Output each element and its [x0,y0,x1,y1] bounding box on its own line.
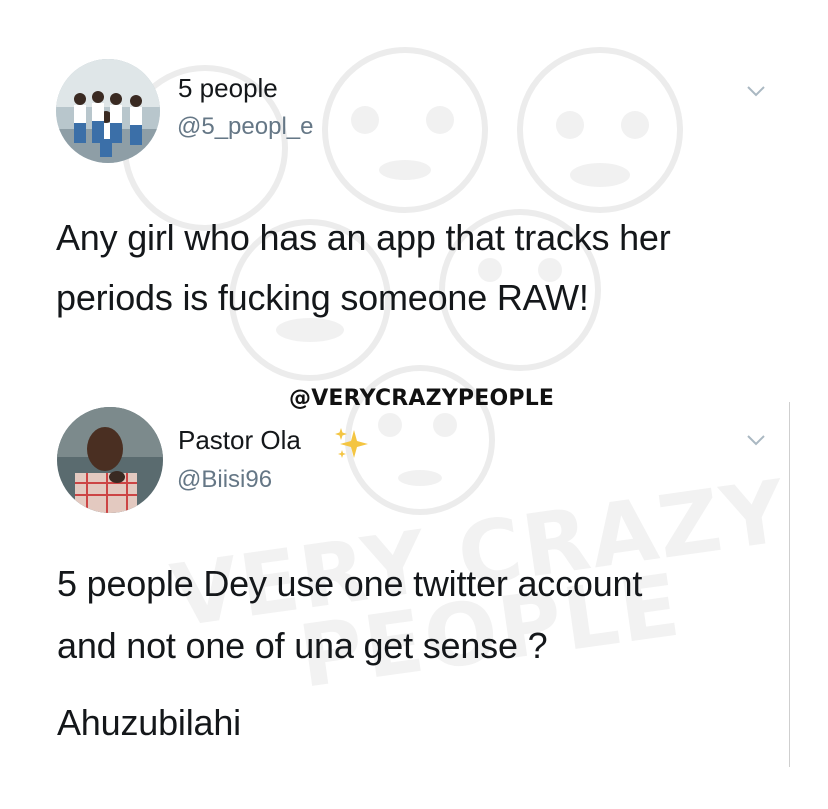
tweet-text-extra: Ahuzubilahi [57,702,241,743]
tweet-2: Pastor Ola @Biisi96 5 people Dey use one… [0,0,828,809]
user-handle[interactable]: @Biisi96 [177,466,272,494]
divider [789,402,790,767]
person-photo-icon [57,407,163,513]
sparkles-icon [335,428,368,458]
display-name[interactable]: Pastor Ola [178,425,301,456]
chevron-down-icon[interactable] [746,433,766,447]
tweet-text-line-2: and not one of una get sense ? [57,625,548,666]
avatar[interactable] [57,407,163,513]
tweet-text-line-1: 5 people Dey use one twitter account [57,563,643,604]
